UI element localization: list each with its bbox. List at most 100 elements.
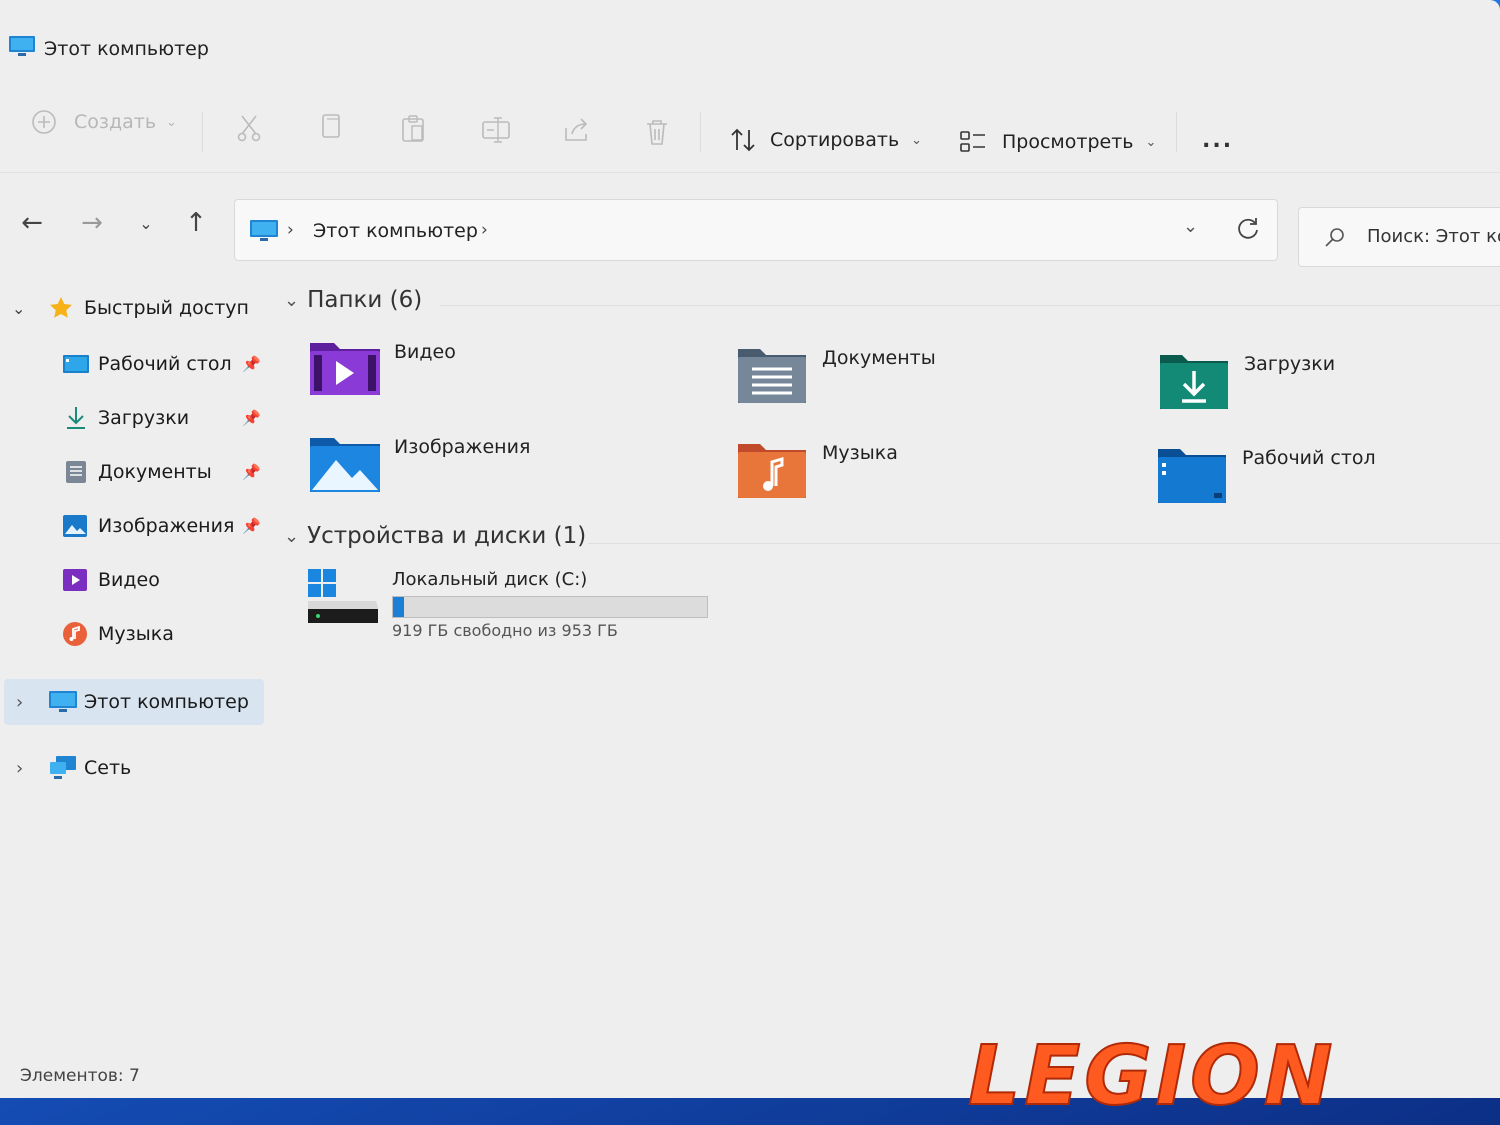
legion-watermark-text: LEGION: [968, 1036, 1336, 1112]
breadcrumb-chevron-icon: ›: [287, 220, 294, 240]
breadcrumb-chevron-icon[interactable]: ›: [481, 220, 488, 240]
chevron-down-icon[interactable]: ⌄: [284, 290, 299, 311]
breadcrumb-this-pc[interactable]: Этот компьютер: [313, 220, 478, 242]
refresh-icon[interactable]: [1235, 216, 1261, 242]
back-button[interactable]: ←: [12, 203, 52, 243]
network-icon: [50, 756, 76, 779]
folder-name: Изображения: [394, 436, 531, 458]
arrow-left-icon: ←: [21, 208, 43, 238]
folders-section-header[interactable]: ⌄ Папки (6): [284, 287, 422, 313]
sidebar-label: Изображения: [98, 515, 235, 537]
drive-usage-fill: [393, 597, 405, 617]
sidebar-item-quick-access[interactable]: ⌄ Быстрый доступ: [0, 285, 268, 331]
create-button[interactable]: Создать ⌄: [30, 108, 177, 136]
folder-downloads[interactable]: Загрузки: [1158, 349, 1500, 429]
create-label: Создать: [74, 111, 157, 133]
documents-folder-icon: [738, 349, 806, 403]
chevron-down-icon: ⌄: [139, 213, 153, 233]
folders-header-label: Папки (6): [307, 287, 423, 313]
window-title: Этот компьютер: [44, 38, 209, 60]
chevron-down-icon[interactable]: ⌄: [284, 526, 299, 547]
search-box[interactable]: Поиск: Этот ко: [1298, 207, 1500, 267]
star-icon: [50, 297, 72, 318]
pictures-folder-icon: [310, 438, 380, 492]
copy-icon[interactable]: [318, 112, 346, 142]
computer-icon: [49, 691, 77, 712]
sidebar-item-music[interactable]: Музыка: [0, 611, 268, 657]
folder-name: Видео: [394, 341, 456, 363]
devices-section-header[interactable]: ⌄ Устройства и диски (1): [284, 523, 586, 549]
pin-icon: 📌: [242, 517, 261, 535]
sidebar-item-pictures[interactable]: Изображения 📌: [0, 503, 268, 549]
sidebar-item-this-pc[interactable]: › Этот компьютер: [0, 679, 268, 725]
sidebar-item-downloads[interactable]: Загрузки 📌: [0, 395, 268, 441]
sidebar-label: Загрузки: [98, 407, 190, 429]
downloads-folder-icon: [1160, 355, 1228, 409]
pin-icon: 📌: [242, 355, 261, 373]
divider: [202, 112, 203, 152]
share-icon[interactable]: [562, 116, 592, 144]
section-divider: [440, 305, 1500, 306]
folder-name: Рабочий стол: [1242, 447, 1376, 469]
address-bar[interactable]: › Этот компьютер › ⌄: [234, 199, 1278, 261]
cut-icon[interactable]: [234, 112, 264, 142]
sidebar-item-desktop[interactable]: Рабочий стол 📌: [0, 341, 268, 387]
drive-free-space: 919 ГБ свободно из 953 ГБ: [392, 621, 618, 640]
title-bar[interactable]: Этот компьютер: [0, 0, 1500, 88]
delete-icon[interactable]: [643, 118, 671, 148]
music-folder-icon: [738, 444, 806, 498]
recent-locations-button[interactable]: ⌄: [126, 203, 166, 243]
forward-button[interactable]: →: [72, 203, 112, 243]
pictures-icon: [63, 515, 87, 537]
sort-icon: [731, 128, 755, 152]
divider: [700, 112, 701, 152]
search-placeholder: Поиск: Этот ко: [1367, 226, 1500, 247]
desktop-folder-icon: [1158, 449, 1226, 503]
sidebar-label: Видео: [98, 569, 160, 591]
folder-music[interactable]: Музыка: [736, 438, 1136, 518]
more-options-label: ...: [1202, 128, 1234, 153]
folder-desktop[interactable]: Рабочий стол: [1156, 443, 1500, 523]
search-icon: [1325, 228, 1344, 247]
downloads-icon: [67, 407, 85, 429]
folder-name: Документы: [822, 347, 936, 369]
section-divider: [588, 543, 1500, 544]
up-button[interactable]: ↑: [176, 203, 216, 243]
computer-icon: [9, 36, 35, 56]
address-dropdown-icon[interactable]: ⌄: [1183, 216, 1198, 237]
view-label: Просмотреть: [1002, 131, 1134, 153]
chevron-down-icon: ⌄: [911, 132, 923, 148]
view-button[interactable]: Просмотреть ⌄: [958, 128, 1156, 156]
status-bar-item-count: Элементов: 7: [20, 1066, 140, 1086]
folder-documents[interactable]: Документы: [736, 343, 1136, 423]
sidebar-item-network[interactable]: › Сеть: [0, 745, 268, 791]
arrow-up-icon: ↑: [185, 208, 207, 238]
sidebar-item-video[interactable]: Видео: [0, 557, 268, 603]
legion-watermark-logo: LEGION: [967, 1036, 1336, 1112]
chevron-down-icon: ⌄: [1145, 134, 1157, 150]
drive-label: Локальный диск (C:): [392, 569, 588, 590]
chevron-right-icon[interactable]: ›: [16, 692, 23, 713]
paste-icon[interactable]: [400, 114, 428, 144]
sidebar-item-documents[interactable]: Документы 📌: [0, 449, 268, 495]
devices-header-label: Устройства и диски (1): [307, 523, 587, 549]
folder-video[interactable]: Видео: [308, 337, 708, 417]
chevron-down-icon[interactable]: ⌄: [12, 299, 25, 318]
more-options-button[interactable]: ...: [1202, 128, 1233, 153]
documents-icon: [66, 461, 86, 483]
navigation-row: ← → ⌄ ↑ › Этот компьютер › ⌄ Поиск: Этот…: [0, 185, 1500, 267]
sidebar-label: Документы: [98, 461, 212, 483]
sort-label: Сортировать: [770, 129, 900, 151]
rename-icon[interactable]: [480, 116, 512, 144]
divider: [1176, 112, 1177, 152]
chevron-right-icon[interactable]: ›: [16, 758, 23, 779]
file-explorer-window: Этот компьютер Создать ⌄ Сортировать ⌄ П…: [0, 0, 1500, 1098]
sidebar-label: Музыка: [98, 623, 174, 645]
sidebar-label-network: Сеть: [84, 757, 132, 779]
sidebar-label-quick-access: Быстрый доступ: [84, 297, 249, 319]
windows-drive-icon: [308, 569, 378, 623]
pin-icon: 📌: [242, 463, 261, 481]
folder-pictures[interactable]: Изображения: [308, 432, 708, 512]
video-icon: [63, 569, 87, 591]
sort-button[interactable]: Сортировать ⌄: [728, 126, 922, 154]
